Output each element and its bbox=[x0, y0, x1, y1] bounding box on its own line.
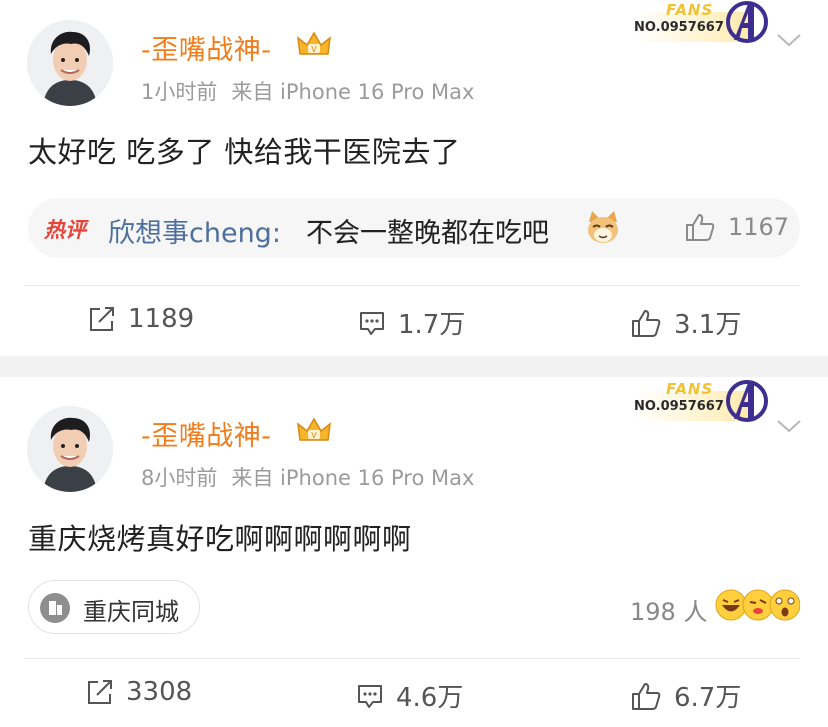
post-card[interactable]: -歪嘴战神- V 1小时前 来自 iPhone 16 Pro Max FANS N… bbox=[0, 0, 828, 356]
location-building-icon bbox=[40, 593, 70, 623]
repost-button[interactable]: 3308 bbox=[86, 677, 192, 707]
comment-icon bbox=[360, 311, 384, 335]
avengers-logo-icon bbox=[726, 1, 768, 43]
chevron-down-icon[interactable] bbox=[776, 32, 802, 48]
fans-badge[interactable]: FANS NO.0957667 bbox=[628, 0, 774, 44]
divider bbox=[24, 285, 800, 286]
post-time: 8小时前 bbox=[141, 466, 218, 490]
repost-button[interactable]: 1189 bbox=[88, 304, 194, 334]
fans-number: NO.0957667 bbox=[634, 399, 724, 414]
vip-crown-icon: V bbox=[297, 31, 331, 55]
location-label: 重庆同城 bbox=[83, 598, 179, 626]
avatar-portrait-icon bbox=[27, 406, 113, 492]
post-meta: 8小时前 来自 iPhone 16 Pro Max bbox=[141, 462, 474, 492]
hot-comment[interactable]: 热评 欣想事cheng: 不会一整晚都在吃吧 1167 bbox=[28, 198, 800, 258]
post-source: 来自 iPhone 16 Pro Max bbox=[231, 80, 475, 104]
hot-comment-user[interactable]: 欣想事cheng: bbox=[108, 211, 281, 250]
location-tag[interactable]: 重庆同城 bbox=[28, 580, 200, 634]
thumbs-up-icon bbox=[632, 682, 661, 710]
post-meta: 1小时前 来自 iPhone 16 Pro Max bbox=[141, 76, 474, 106]
thumbs-up-icon bbox=[632, 309, 661, 337]
post-text: 重庆烧烤真好吃啊啊啊啊啊啊 bbox=[28, 522, 412, 556]
hot-comment-text: 不会一整晚都在吃吧 bbox=[306, 218, 549, 249]
fans-badge[interactable]: FANS NO.0957667 bbox=[628, 379, 774, 423]
like-count: 3.1万 bbox=[674, 310, 742, 340]
like-count: 6.7万 bbox=[674, 683, 742, 713]
chevron-down-icon[interactable] bbox=[776, 418, 802, 434]
post-card[interactable]: -歪嘴战神- V 8小时前 来自 iPhone 16 Pro Max FANS N… bbox=[0, 377, 828, 727]
hot-comment-likes: 1167 bbox=[728, 213, 790, 241]
username[interactable]: -歪嘴战神- bbox=[141, 414, 272, 453]
repost-count: 1189 bbox=[128, 304, 195, 334]
reaction-emojis-icon[interactable] bbox=[714, 588, 800, 622]
post-source: 来自 iPhone 16 Pro Max bbox=[231, 466, 475, 490]
post-separator bbox=[0, 356, 828, 377]
repost-count: 3308 bbox=[126, 677, 193, 707]
post-text: 太好吃 吃多了 快给我干医院去了 bbox=[28, 135, 461, 169]
avatar[interactable] bbox=[27, 406, 113, 492]
comment-icon bbox=[358, 684, 382, 708]
svg-text:V: V bbox=[311, 45, 317, 54]
like-button[interactable]: 3.1万 bbox=[630, 304, 741, 341]
comment-count: 1.7万 bbox=[398, 310, 466, 340]
post-time: 1小时前 bbox=[141, 80, 218, 104]
avatar[interactable] bbox=[27, 20, 113, 106]
avatar-portrait-icon bbox=[27, 20, 113, 106]
thumbs-up-icon[interactable] bbox=[684, 212, 716, 242]
cat-emoji-icon bbox=[588, 211, 618, 243]
fans-label: FANS bbox=[666, 380, 714, 398]
like-button[interactable]: 6.7万 bbox=[630, 677, 741, 714]
hot-comment-badge: 热评 bbox=[44, 218, 86, 242]
username[interactable]: -歪嘴战神- bbox=[141, 28, 272, 67]
divider bbox=[24, 658, 800, 659]
reaction-count[interactable]: 198 人 bbox=[630, 592, 707, 627]
repost-icon bbox=[88, 680, 112, 704]
comment-button[interactable]: 1.7万 bbox=[358, 304, 465, 341]
fans-label: FANS bbox=[666, 1, 714, 19]
vip-crown-icon: V bbox=[297, 417, 331, 441]
comment-button[interactable]: 4.6万 bbox=[356, 677, 463, 714]
svg-text:V: V bbox=[311, 431, 317, 440]
comment-count: 4.6万 bbox=[396, 683, 464, 713]
avengers-logo-icon bbox=[726, 380, 768, 422]
fans-number: NO.0957667 bbox=[634, 20, 724, 35]
repost-icon bbox=[90, 307, 114, 331]
